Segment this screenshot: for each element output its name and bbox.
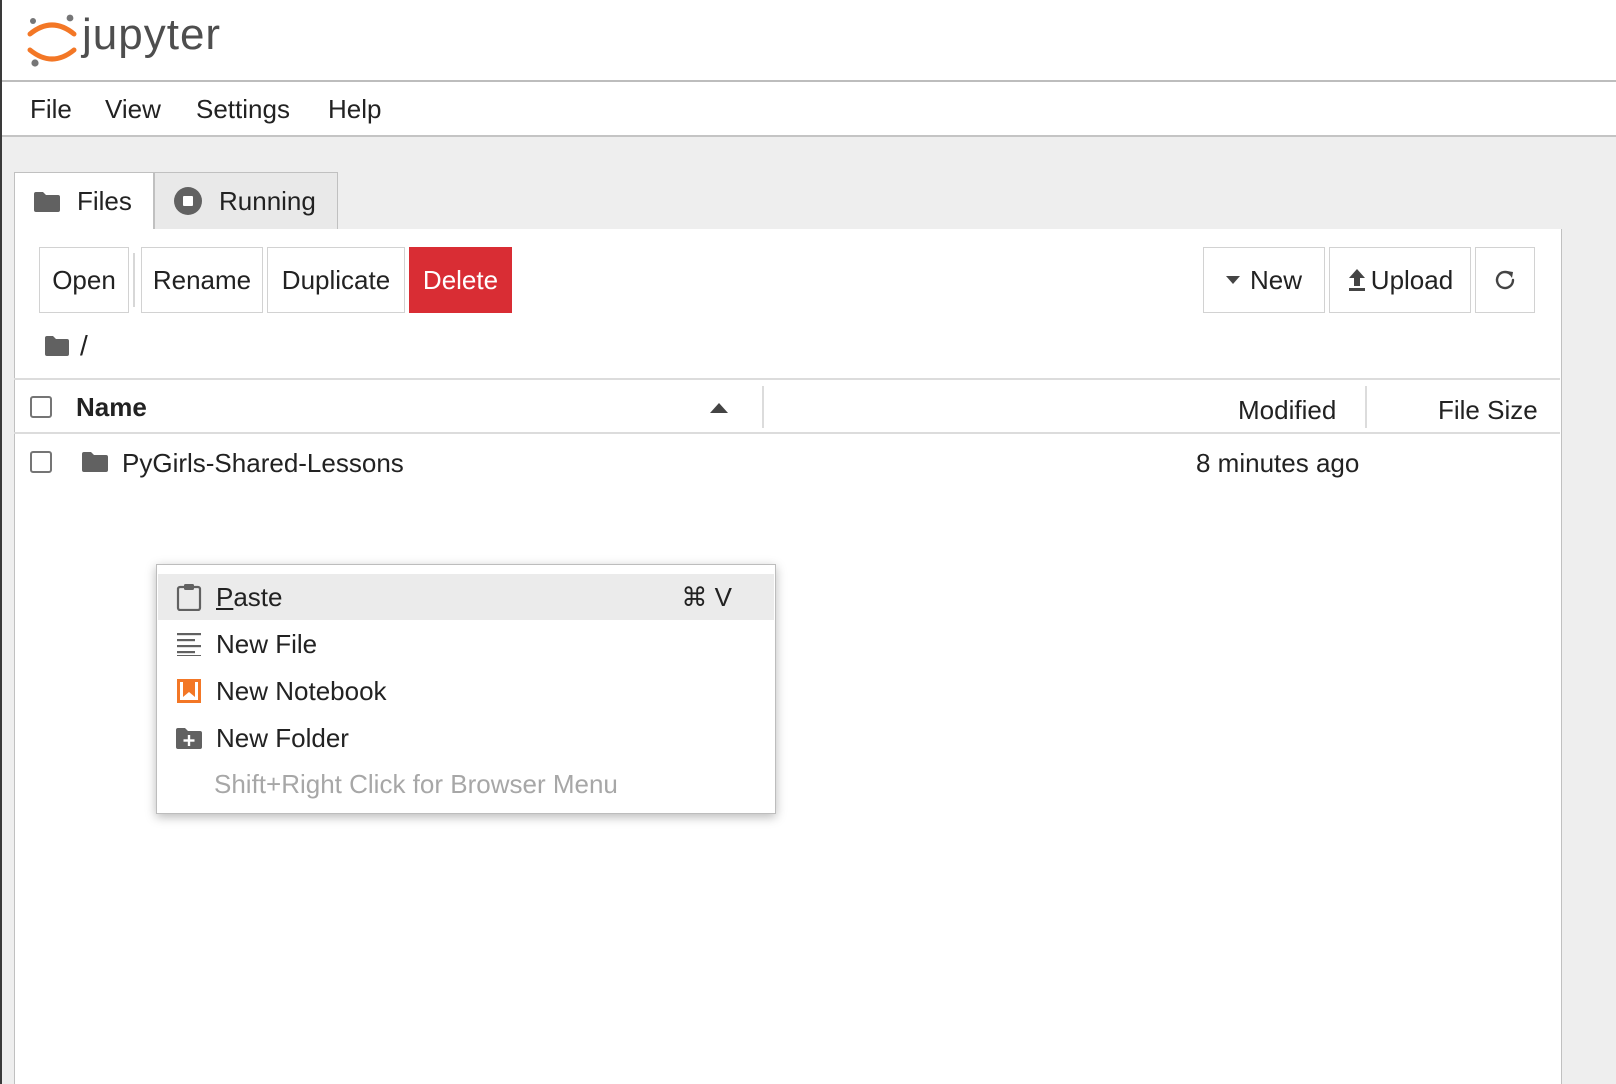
context-menu-new-file[interactable]: New File [158,621,774,667]
paste-label-rest: aste [233,581,283,612]
tab-files[interactable]: Files [14,172,154,230]
text-file-icon [174,629,204,659]
file-name[interactable]: PyGirls-Shared-Lessons [122,448,404,479]
upload-button[interactable]: Upload [1329,247,1471,313]
paste-shortcut: ⌘ V [681,581,732,612]
tab-files-label: Files [77,186,132,216]
caret-down-icon [1225,276,1240,284]
stop-circle-icon [173,186,203,216]
menu-file[interactable]: File [30,94,72,125]
upload-icon [1347,268,1367,292]
row-checkbox[interactable] [30,451,52,473]
column-divider[interactable] [1365,386,1367,428]
file-modified: 8 minutes ago [1196,448,1360,478]
new-button-label: New [1249,264,1302,295]
new-folder-label: New Folder [216,722,349,753]
context-menu-hint: Shift+Right Click for Browser Menu [214,769,618,799]
header-top-border [14,378,1560,380]
sort-ascending-icon [710,400,728,418]
refresh-button[interactable] [1475,247,1535,313]
context-menu-new-folder[interactable]: New Folder [158,715,774,761]
context-menu-paste[interactable]: Paste ⌘ V [158,574,774,620]
menu-settings[interactable]: Settings [196,94,290,125]
upload-button-label: Upload [1370,264,1454,295]
notebook-icon [174,676,204,706]
delete-button[interactable]: Delete [409,247,512,313]
column-divider[interactable] [762,386,764,428]
toolbar-divider [133,253,135,307]
paste-mnemonic: P [216,581,234,612]
select-all-checkbox[interactable] [30,396,52,418]
new-folder-icon [174,723,204,753]
menu-view[interactable]: View [105,94,161,125]
logo-text: jupyter [82,10,222,59]
context-menu-new-notebook[interactable]: New Notebook [158,668,774,714]
folder-icon [33,191,61,213]
context-menu: Paste ⌘ V New File New Notebook New Fold… [156,564,776,814]
column-header-file-size[interactable]: File Size [1438,395,1538,426]
new-file-label: New File [216,628,318,659]
breadcrumb-home-folder-icon[interactable] [44,335,70,362]
rename-button[interactable]: Rename [141,247,263,313]
menu-help[interactable]: Help [328,94,381,125]
jupyter-logo-icon [26,12,78,70]
column-header-name[interactable]: Name [76,392,147,423]
menu-bar: File View Settings Help [2,82,1616,137]
top-bar [2,0,1616,82]
open-button[interactable]: Open [39,247,129,313]
tab-running-label: Running [219,185,316,216]
paste-label: Paste [216,582,283,613]
breadcrumb-path[interactable]: / [80,330,88,362]
column-header-modified[interactable]: Modified [1238,395,1336,426]
refresh-icon [1493,268,1517,292]
header-bottom-border [14,432,1560,434]
folder-icon [81,451,109,478]
duplicate-button[interactable]: Duplicate [267,247,405,313]
paste-icon [174,582,204,612]
new-notebook-label: New Notebook [216,675,387,706]
tab-running[interactable]: Running [154,172,338,230]
new-button[interactable]: New [1203,247,1325,313]
